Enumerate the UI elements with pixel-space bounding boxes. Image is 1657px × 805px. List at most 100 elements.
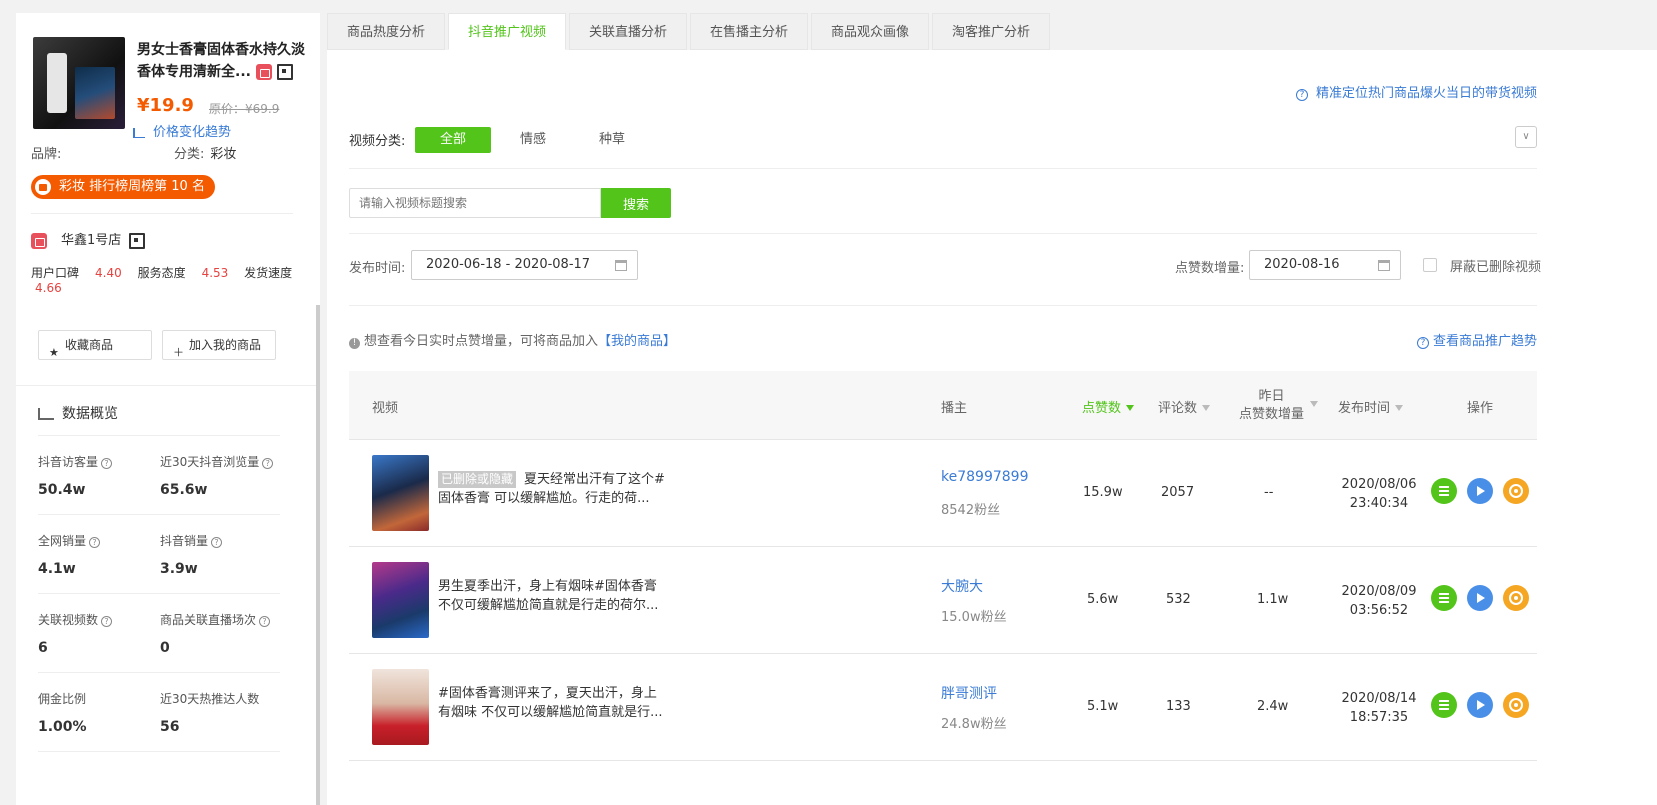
tab-live-analysis[interactable]: 关联直播分析: [569, 13, 687, 50]
play-icon[interactable]: [1467, 692, 1493, 718]
overview-title: 数据概览: [38, 403, 118, 423]
tab-heat-analysis[interactable]: 商品热度分析: [327, 13, 445, 50]
column-time-sort[interactable]: 发布时间: [1338, 397, 1404, 416]
star-icon: ★: [49, 346, 59, 359]
table-row[interactable]: 已删除或隐藏 夏天经常出汗有了这个#固体香膏 可以缓解尴尬。行走的荷... ke7…: [349, 440, 1537, 547]
shopping-bag-icon: [35, 179, 51, 195]
comments-value: 2057: [1161, 485, 1195, 500]
video-title[interactable]: 已删除或隐藏 夏天经常出汗有了这个#固体香膏 可以缓解尴尬。行走的荷...: [438, 470, 668, 508]
anchor-fans: 8542粉丝: [941, 503, 1001, 518]
brand-category-row: 品牌: 分类: 彩妆: [31, 143, 301, 162]
tab-audience-profile[interactable]: 商品观众画像: [811, 13, 929, 50]
target-icon[interactable]: [1503, 585, 1529, 611]
store-name[interactable]: 华鑫1号店: [61, 233, 121, 248]
video-title[interactable]: 男生夏季出汗，身上有烟味#固体香膏 不仅可缓解尴尬简直就是行走的荷尔...: [438, 577, 668, 615]
yesterday-value: 1.1w: [1257, 592, 1289, 607]
anchor-fans: 15.0w粉丝: [941, 610, 1007, 625]
tab-douyin-videos[interactable]: 抖音推广视频: [448, 13, 566, 50]
search-button[interactable]: 搜索: [601, 188, 671, 218]
table-row[interactable]: 男生夏季出汗，身上有烟味#固体香膏 不仅可缓解尴尬简直就是行走的荷尔... 大腕…: [349, 547, 1537, 654]
play-icon[interactable]: [1467, 478, 1493, 504]
help-icon[interactable]: ?: [101, 458, 113, 469]
play-icon[interactable]: [1467, 585, 1493, 611]
table-header: 视频 播主 点赞数 评论数 昨日 点赞数增量 发布时间 操作: [349, 371, 1537, 440]
column-ops: 操作: [1467, 401, 1494, 416]
column-likes-sort[interactable]: 点赞数: [1082, 397, 1135, 416]
store-row[interactable]: 华鑫1号店: [31, 229, 146, 249]
product-card: 男女士香膏固体香水持久淡香体专用清新全... ¥19.9 原价：¥69.9 价格…: [33, 37, 305, 147]
stat-item: 抖音访客量? 50.4w: [38, 453, 158, 498]
category-chip-all[interactable]: 全部: [415, 127, 491, 153]
rank-badge[interactable]: 彩妆 排行榜周榜第 10 名: [31, 175, 215, 199]
sidebar-scrollbar[interactable]: [316, 305, 320, 805]
likes-value: 5.6w: [1087, 592, 1119, 607]
category-value: 彩妆: [210, 147, 237, 162]
likes-increment-label: 点赞数增量:: [1175, 261, 1245, 276]
hide-deleted-label[interactable]: 屏蔽已删除视频: [1450, 256, 1541, 275]
help-icon[interactable]: ?: [262, 458, 274, 469]
divider: [349, 233, 1537, 234]
table-row[interactable]: #固体香膏测评来了，夏天出汗，身上有烟味 不仅可以缓解尴尬简直就是行... 胖哥…: [349, 654, 1537, 761]
calendar-icon: [1378, 260, 1390, 271]
add-to-my-products-button[interactable]: ＋加入我的商品: [162, 330, 276, 360]
video-category-label: 视频分类:: [349, 134, 406, 149]
promotion-trend-link[interactable]: ? 查看商品推广趋势: [1416, 330, 1537, 349]
help-icon: ?: [1416, 337, 1429, 349]
publish-time-label: 发布时间:: [349, 261, 406, 276]
publish-date-range-picker[interactable]: 2020-06-18 - 2020-08-17: [411, 250, 638, 280]
target-icon[interactable]: [1503, 692, 1529, 718]
publish-time: 2020/08/09 03:56:52: [1341, 584, 1417, 618]
video-thumbnail[interactable]: [372, 669, 429, 745]
column-yesterday-sort[interactable]: 昨日 点赞数增量: [1239, 388, 1304, 424]
likes-date-picker[interactable]: 2020-08-16: [1249, 250, 1401, 280]
tab-anchor-analysis[interactable]: 在售播主分析: [690, 13, 808, 50]
qr-code-icon[interactable]: [129, 232, 146, 249]
detail-list-icon[interactable]: [1431, 585, 1457, 611]
column-video: 视频: [372, 401, 399, 416]
help-link[interactable]: ? 精准定位热门商品爆火当日的带货视频: [1295, 82, 1537, 101]
anchor-name[interactable]: 大腕大: [941, 576, 983, 596]
anchor-name[interactable]: 胖哥测评: [941, 683, 997, 703]
sort-down-icon[interactable]: [1310, 401, 1318, 407]
divider: [31, 213, 293, 214]
divider: [38, 514, 280, 515]
help-icon[interactable]: ?: [101, 616, 113, 627]
detail-list-icon[interactable]: [1431, 478, 1457, 504]
help-icon[interactable]: ?: [259, 616, 271, 627]
product-sidebar: 男女士香膏固体香水持久淡香体专用清新全... ¥19.9 原价：¥69.9 价格…: [16, 13, 320, 805]
target-icon[interactable]: [1503, 478, 1529, 504]
product-image[interactable]: [33, 37, 125, 129]
video-thumbnail[interactable]: [372, 562, 429, 638]
original-price: 原价：¥69.9: [209, 102, 280, 116]
video-title[interactable]: #固体香膏测评来了，夏天出汗，身上有烟味 不仅可以缓解尴尬简直就是行...: [438, 684, 668, 722]
video-search-input[interactable]: [349, 188, 601, 218]
my-products-link[interactable]: 【我的商品】: [598, 334, 676, 349]
column-comments-sort[interactable]: 评论数: [1158, 397, 1211, 416]
qr-code-icon[interactable]: [276, 64, 293, 80]
divider: [16, 385, 316, 386]
score-item: 服务态度 4.53: [137, 266, 229, 280]
likes-value: 5.1w: [1087, 699, 1119, 714]
anchor-fans: 24.8w粉丝: [941, 717, 1007, 732]
product-name-block[interactable]: 男女士香膏固体香水持久淡香体专用清新全...: [137, 39, 305, 83]
sort-down-icon: [1126, 405, 1135, 411]
detail-list-icon[interactable]: [1431, 692, 1457, 718]
divider: [38, 672, 280, 673]
video-thumbnail[interactable]: [372, 455, 429, 531]
product-price: ¥19.9: [137, 95, 194, 116]
category-chip-seeding[interactable]: 种草: [574, 127, 650, 153]
chevron-down-icon[interactable]: ∨: [1515, 126, 1537, 148]
hide-deleted-checkbox[interactable]: [1423, 258, 1437, 272]
calendar-icon: [615, 260, 627, 271]
publish-time: 2020/08/14 18:57:35: [1341, 691, 1417, 725]
help-icon[interactable]: ?: [89, 537, 101, 548]
help-icon[interactable]: ?: [211, 537, 223, 548]
price-trend-link[interactable]: 价格变化趋势: [133, 121, 231, 140]
stat-item: 抖音销量? 3.9w: [160, 532, 280, 577]
tab-taoke-analysis[interactable]: 淘客推广分析: [932, 13, 1050, 50]
anchor-name[interactable]: ke78997899: [941, 469, 1028, 485]
shop-icon[interactable]: [255, 64, 272, 80]
deleted-badge: 已删除或隐藏: [438, 471, 517, 488]
favorite-button[interactable]: ★ 收藏商品: [38, 330, 152, 360]
category-chip-emotion[interactable]: 情感: [495, 127, 571, 153]
